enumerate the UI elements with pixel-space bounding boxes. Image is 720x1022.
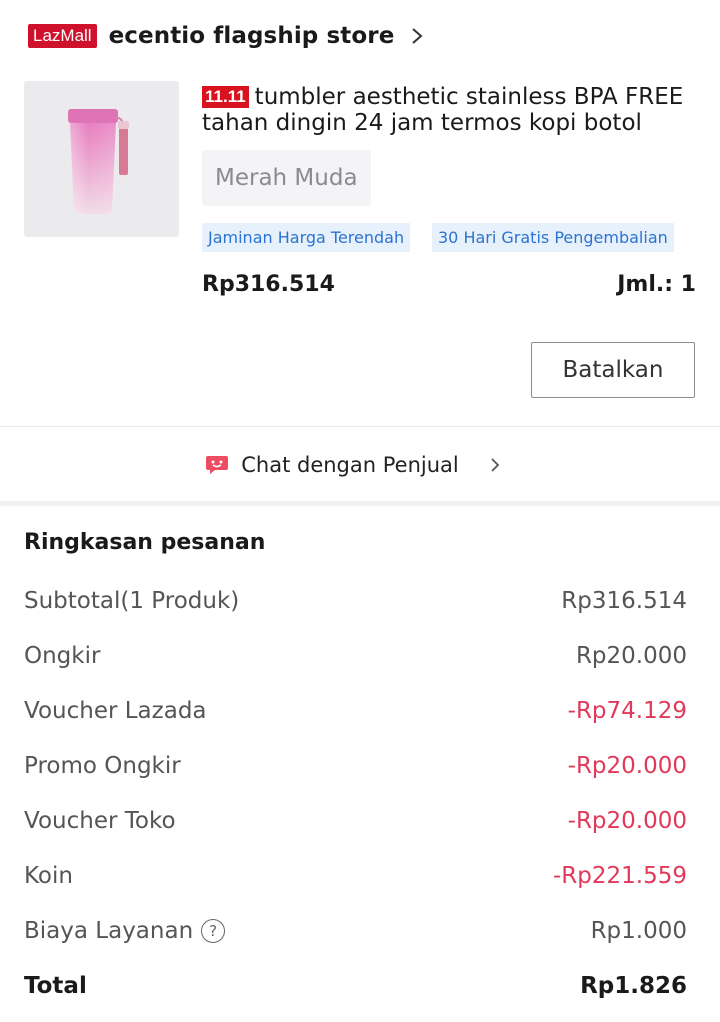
row-value: Rp316.514 (561, 588, 687, 614)
service-fee-label: Biaya Layanan (24, 918, 194, 944)
row-label: Promo Ongkir (24, 753, 181, 779)
summary-row-voucher-lazada: Voucher Lazada -Rp74.129 (24, 694, 687, 728)
summary-row-promo-shipping: Promo Ongkir -Rp20.000 (24, 749, 687, 783)
chevron-right-icon (489, 456, 505, 474)
row-value: Rp20.000 (575, 643, 687, 669)
product-price: Rp316.514 (202, 272, 335, 297)
summary-title: Ringkasan pesanan (24, 530, 266, 555)
chat-label: Chat dengan Penjual (241, 453, 459, 477)
chat-with-seller-button[interactable]: Chat dengan Penjual (0, 440, 720, 490)
help-icon[interactable]: ? (201, 919, 226, 943)
chat-bubble-icon (205, 454, 229, 476)
summary-row-voucher-store: Voucher Toko -Rp20.000 (24, 804, 687, 838)
row-label: Ongkir (24, 643, 101, 669)
row-value: -Rp20.000 (567, 808, 687, 834)
tag-lowest-price: Jaminan Harga Terendah (202, 223, 411, 252)
product-title[interactable]: 11.11 tumbler aesthetic stainless BPA FRE… (202, 84, 698, 138)
lazmall-badge: LazMall (28, 24, 97, 48)
variant-chip: Merah Muda (202, 150, 371, 206)
chevron-right-icon[interactable] (410, 25, 432, 47)
row-value: Rp1.000 (590, 918, 687, 944)
product-title-text: tumbler aesthetic stainless BPA FREE tah… (202, 84, 684, 138)
summary-row-subtotal: Subtotal(1 Produk) Rp316.514 (24, 584, 687, 618)
row-label: Voucher Lazada (24, 698, 207, 724)
section-divider (0, 501, 720, 506)
cancel-button[interactable]: Batalkan (531, 342, 695, 398)
row-label: Biaya Layanan ? (24, 918, 226, 944)
total-value: Rp1.826 (580, 973, 687, 999)
tag-free-return: 30 Hari Gratis Pengembalian (432, 223, 674, 252)
row-label: Voucher Toko (24, 808, 176, 834)
store-name[interactable]: ecentio flagship store (109, 23, 395, 49)
row-value: -Rp74.129 (567, 698, 687, 724)
tumbler-image (68, 109, 129, 214)
row-label: Subtotal(1 Produk) (24, 588, 240, 614)
summary-row-coins: Koin -Rp221.559 (24, 859, 687, 893)
summary-row-service-fee: Biaya Layanan ? Rp1.000 (24, 914, 687, 948)
divider (0, 426, 720, 427)
product-image[interactable] (24, 81, 179, 237)
row-label: Koin (24, 863, 73, 889)
total-label: Total (24, 973, 87, 999)
summary-row-total: Total Rp1.826 (24, 969, 687, 1003)
store-header[interactable]: LazMall ecentio flagship store (28, 18, 432, 54)
promo-badge: 11.11 (202, 86, 249, 108)
row-value: -Rp20.000 (567, 753, 687, 779)
summary-row-shipping: Ongkir Rp20.000 (24, 639, 687, 673)
row-value: -Rp221.559 (553, 863, 687, 889)
product-quantity: Jml.: 1 (617, 272, 696, 297)
